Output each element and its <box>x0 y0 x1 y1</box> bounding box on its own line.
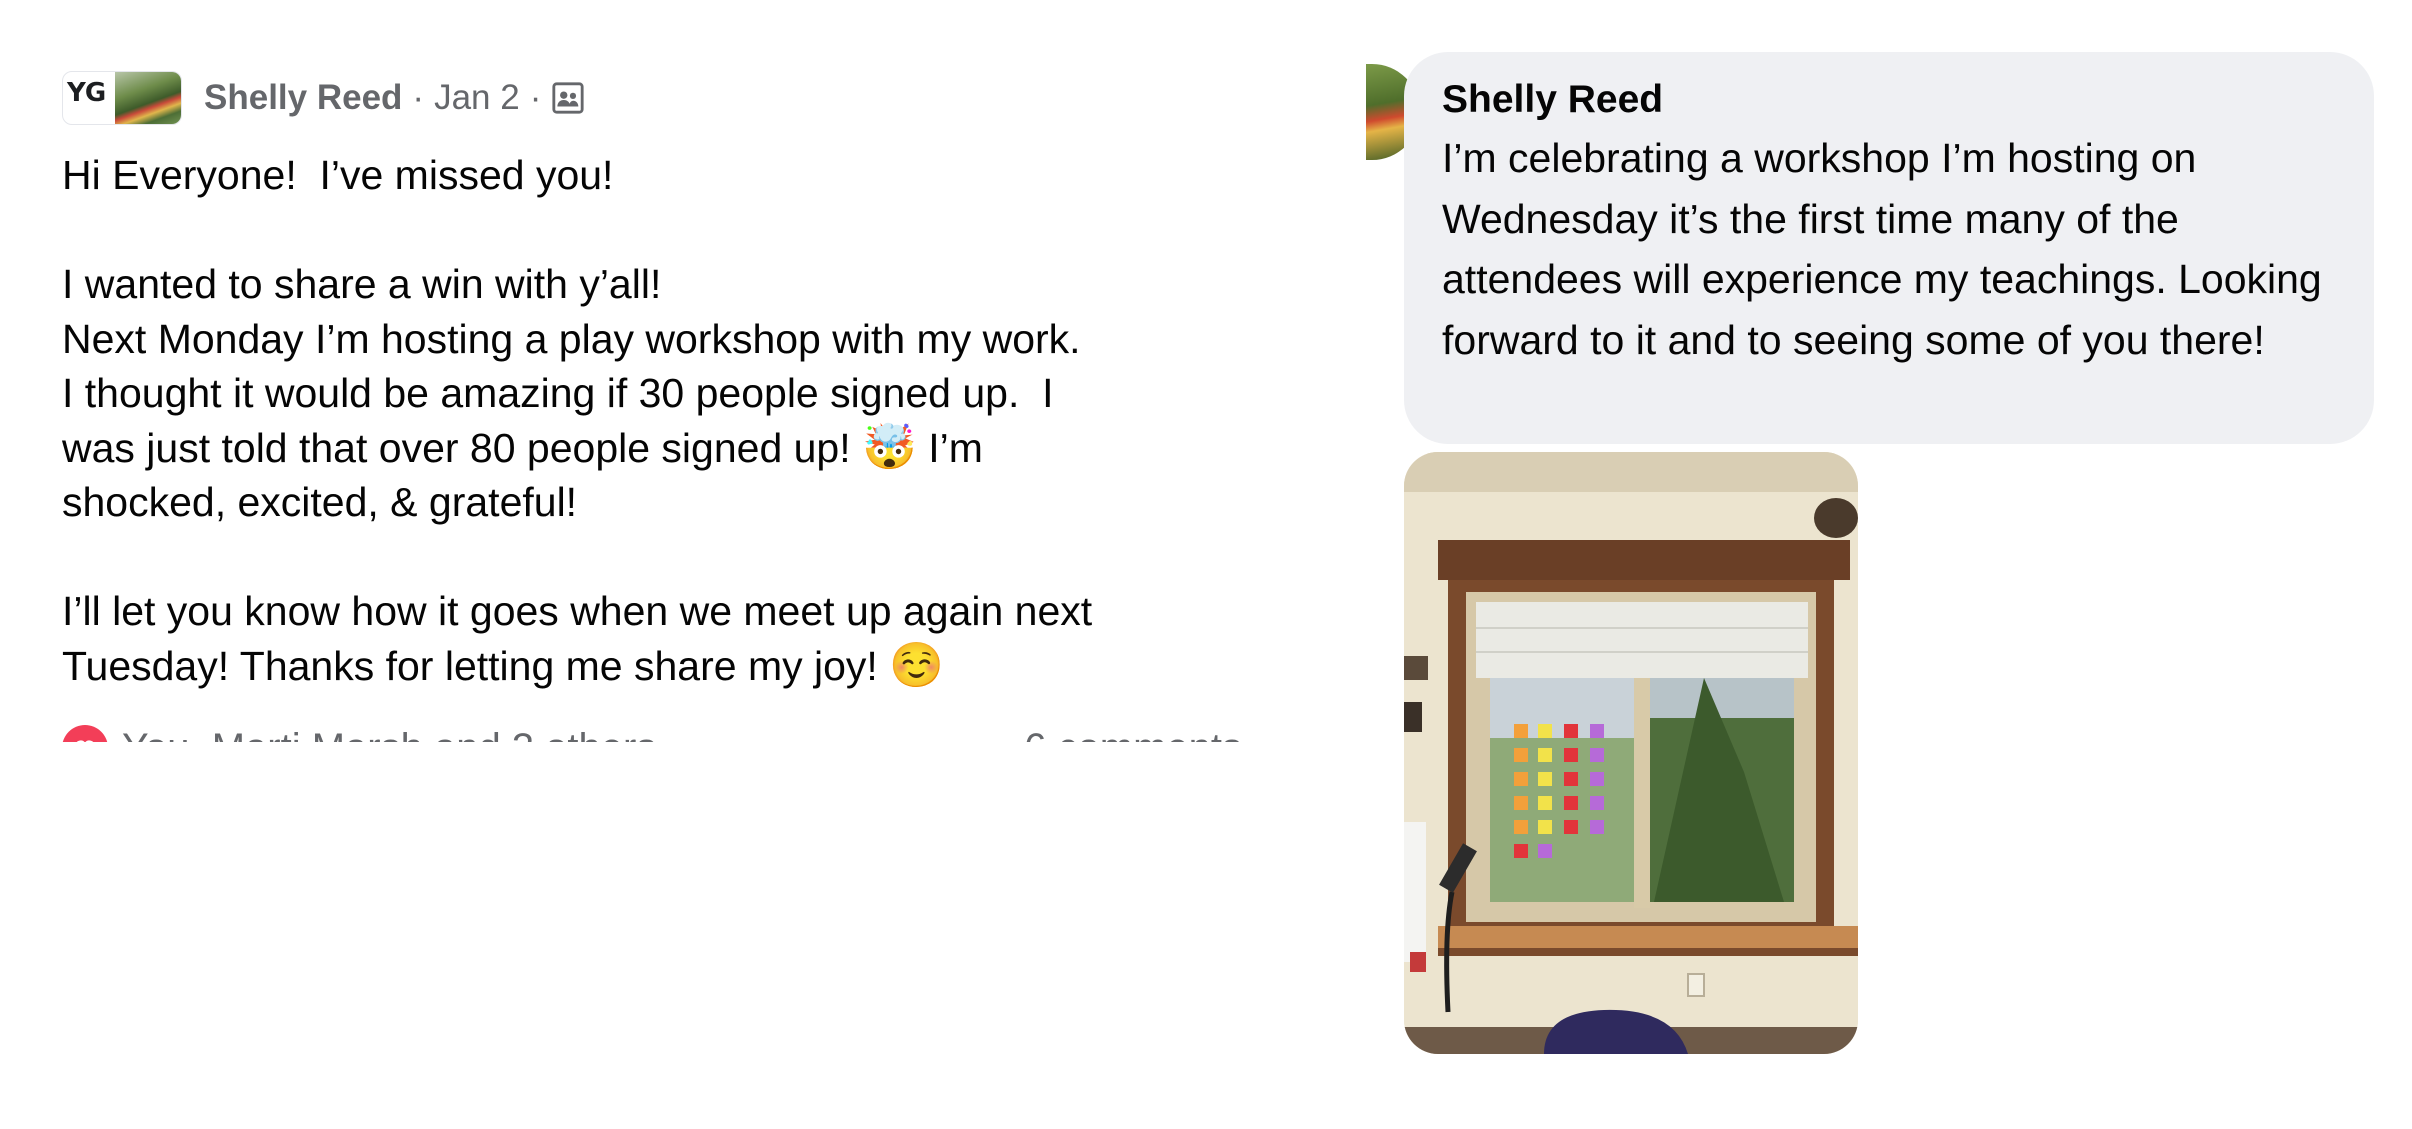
post-line: was just told that over 80 people signed… <box>62 424 863 471</box>
photo-illustration <box>1404 452 1858 1054</box>
group-post: YG Shelly Reed · Jan 2 · Hi Everyone! I’… <box>62 70 1242 742</box>
post-line: shocked, excited, & grateful! <box>62 479 578 525</box>
author-avatar <box>115 72 181 124</box>
heart-icon <box>62 725 108 742</box>
post-meta: Shelly Reed · Jan 2 · <box>204 78 585 118</box>
post-header: YG Shelly Reed · Jan 2 · <box>62 70 585 126</box>
post-footer: You, Marti Marsh and 3 others 6 comments <box>62 718 1242 742</box>
group-members-icon <box>552 82 584 114</box>
post-line: Next Monday I’m hosting a play workshop … <box>62 315 1081 362</box>
post-line: I thought it would be amazing if 30 peop… <box>62 370 1054 416</box>
reactions-text: You, Marti Marsh and 3 others <box>122 726 656 743</box>
smiling-emoji: ☺️ <box>889 640 944 690</box>
post-line: I’ll let you know how it goes when we me… <box>62 588 1093 634</box>
mind-blown-emoji: 🤯 <box>862 422 917 472</box>
window-with-sticky-notes-photo[interactable] <box>1404 452 1858 1054</box>
comment-bubble: Shelly Reed I’m celebrating a workshop I… <box>1404 52 2374 444</box>
post-body: Hi Everyone! I’ve missed you! I wanted t… <box>62 148 1242 693</box>
post-author-name[interactable]: Shelly Reed <box>204 78 402 118</box>
post-date[interactable]: Jan 2 <box>434 78 520 118</box>
comment-text: I’m celebrating a workshop I’m hosting o… <box>1442 135 2322 363</box>
post-line: Hi Everyone! I’ve missed you! <box>62 152 614 198</box>
post-line: I wanted to share a win with y’all! <box>62 261 662 307</box>
post-line-tail: I’m <box>916 424 983 471</box>
meta-separator: · <box>412 78 425 117</box>
reactions-summary[interactable]: You, Marti Marsh and 3 others <box>62 725 656 742</box>
comments-count[interactable]: 6 comments <box>1024 726 1242 743</box>
post-line: Tuesday! Thanks for letting me share my … <box>62 642 890 689</box>
group-avatar[interactable]: YG <box>62 71 182 125</box>
comment-author-name[interactable]: Shelly Reed <box>1442 76 2338 124</box>
meta-separator: · <box>529 78 542 117</box>
group-badge-text: YG <box>67 78 106 108</box>
